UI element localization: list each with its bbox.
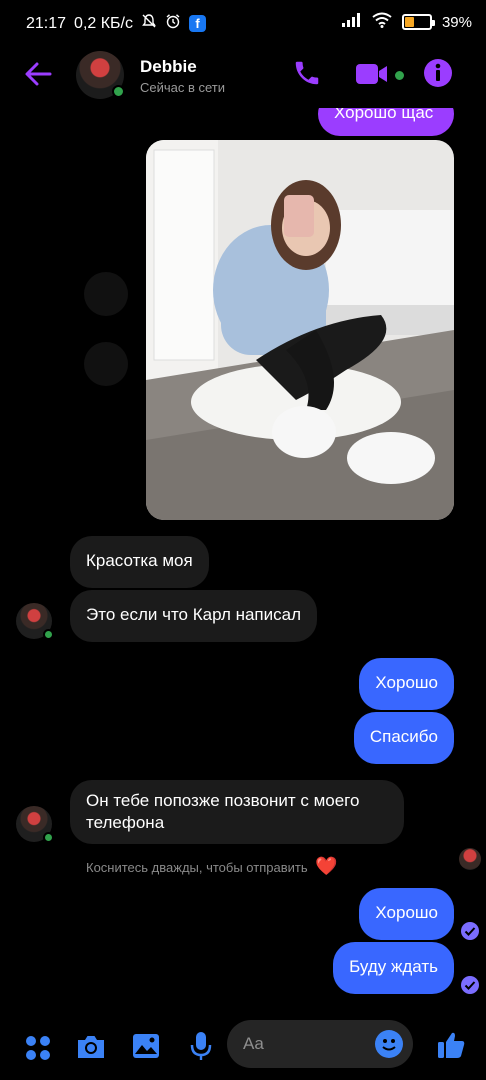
message-composer bbox=[0, 1016, 486, 1080]
contact-name[interactable]: Debbie bbox=[140, 57, 197, 77]
double-tap-hint[interactable]: Коснитесь дважды, чтобы отправить ❤️ bbox=[86, 856, 338, 877]
microphone-icon[interactable] bbox=[188, 1030, 214, 1067]
online-indicator bbox=[43, 832, 54, 843]
network-speed: 0,2 КБ/с bbox=[74, 14, 133, 32]
message-text: Спасибо bbox=[369, 727, 438, 746]
photo-message[interactable] bbox=[146, 140, 454, 520]
sender-avatar[interactable] bbox=[16, 603, 54, 640]
video-available-dot bbox=[393, 69, 406, 82]
camera-reply-button[interactable] bbox=[84, 342, 128, 386]
clock: 21:17 bbox=[26, 14, 67, 32]
share-button[interactable] bbox=[84, 272, 128, 316]
contact-status: Сейчас в сети bbox=[140, 80, 226, 95]
online-indicator bbox=[43, 629, 54, 640]
message-outgoing[interactable]: Спасибо bbox=[353, 712, 454, 764]
apps-menu-icon[interactable] bbox=[24, 1034, 52, 1067]
heart-icon[interactable]: ❤️ bbox=[315, 856, 337, 876]
message-text: Он тебе попозже позвонит с моего телефон… bbox=[86, 791, 360, 832]
message-outgoing[interactable]: Хорошо bbox=[359, 888, 454, 940]
message-incoming[interactable]: Красотка моя bbox=[70, 536, 209, 588]
contact-avatar[interactable] bbox=[76, 51, 125, 99]
message-incoming[interactable]: Это если что Карл написал bbox=[70, 590, 318, 642]
message-text: Красотка моя bbox=[86, 551, 193, 570]
message-input-wrapper bbox=[227, 1020, 413, 1068]
hint-text: Коснитесь дважды, чтобы отправить bbox=[86, 860, 308, 875]
battery-icon bbox=[401, 14, 435, 30]
message-outgoing[interactable]: Буду ждать bbox=[333, 942, 454, 994]
message-text: Хорошо bbox=[375, 673, 438, 692]
message-incoming[interactable]: Он тебе попозже позвонит с моего телефон… bbox=[70, 780, 404, 844]
wifi-icon bbox=[372, 12, 392, 32]
phone-call-icon[interactable] bbox=[292, 58, 322, 93]
message-input[interactable] bbox=[243, 1030, 373, 1058]
message-outgoing[interactable]: Хорошо bbox=[359, 658, 454, 710]
chat-header: Debbie Сейчас в сети bbox=[0, 44, 486, 108]
message-text: Хорошо bbox=[375, 903, 438, 922]
gallery-icon[interactable] bbox=[131, 1032, 161, 1065]
back-arrow-icon[interactable] bbox=[22, 58, 54, 90]
photo-image bbox=[146, 140, 454, 520]
mute-icon bbox=[141, 13, 157, 34]
online-indicator bbox=[112, 85, 125, 98]
video-call-icon[interactable] bbox=[355, 60, 389, 93]
facebook-notification-icon: f bbox=[189, 15, 206, 32]
signal-icon bbox=[341, 13, 362, 31]
message-text: Буду ждать bbox=[349, 957, 438, 976]
battery-percent: 39% bbox=[441, 13, 472, 31]
emoji-icon[interactable] bbox=[375, 1030, 403, 1058]
status-bar: 21:17 0,2 КБ/с f 39% bbox=[0, 0, 486, 44]
like-thumb-icon[interactable] bbox=[436, 1030, 466, 1065]
alarm-icon bbox=[165, 13, 181, 34]
info-icon[interactable] bbox=[423, 58, 453, 93]
delivered-check-icon bbox=[461, 922, 479, 940]
seen-avatar bbox=[459, 848, 481, 870]
delivered-check-icon bbox=[461, 976, 479, 994]
sender-avatar[interactable] bbox=[16, 806, 54, 843]
message-text: Это если что Карл написал bbox=[86, 605, 302, 624]
camera-icon[interactable] bbox=[76, 1034, 106, 1065]
